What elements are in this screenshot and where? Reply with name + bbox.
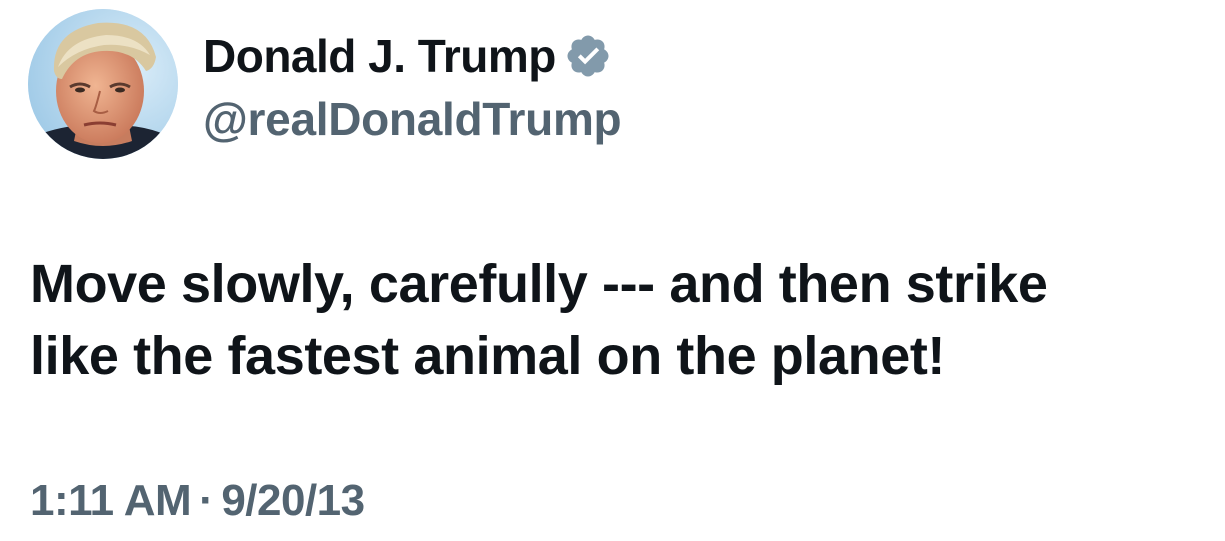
tweet-card: Donald J. Trump @realDonaldTrump Move sl… [0, 0, 1225, 541]
tweet-text-line: like the fastest animal on the planet! [30, 326, 946, 386]
avatar[interactable] [28, 9, 178, 159]
avatar-photo [28, 9, 178, 159]
tweet-text-line: Move slowly, carefully --- and then stri… [30, 254, 1048, 314]
tweet-timestamp: 1:11 AM · 9/20/13 [30, 476, 365, 526]
author-display-name[interactable]: Donald J. Trump [203, 29, 556, 83]
tweet-time[interactable]: 1:11 AM [30, 476, 192, 525]
timestamp-separator: · [199, 476, 214, 525]
author-name-row: Donald J. Trump [203, 28, 612, 84]
author-handle[interactable]: @realDonaldTrump [203, 92, 622, 146]
tweet-date[interactable]: 9/20/13 [221, 476, 365, 525]
verified-badge-icon[interactable] [564, 32, 612, 80]
tweet-text: Move slowly, carefully --- and then stri… [30, 248, 1200, 392]
